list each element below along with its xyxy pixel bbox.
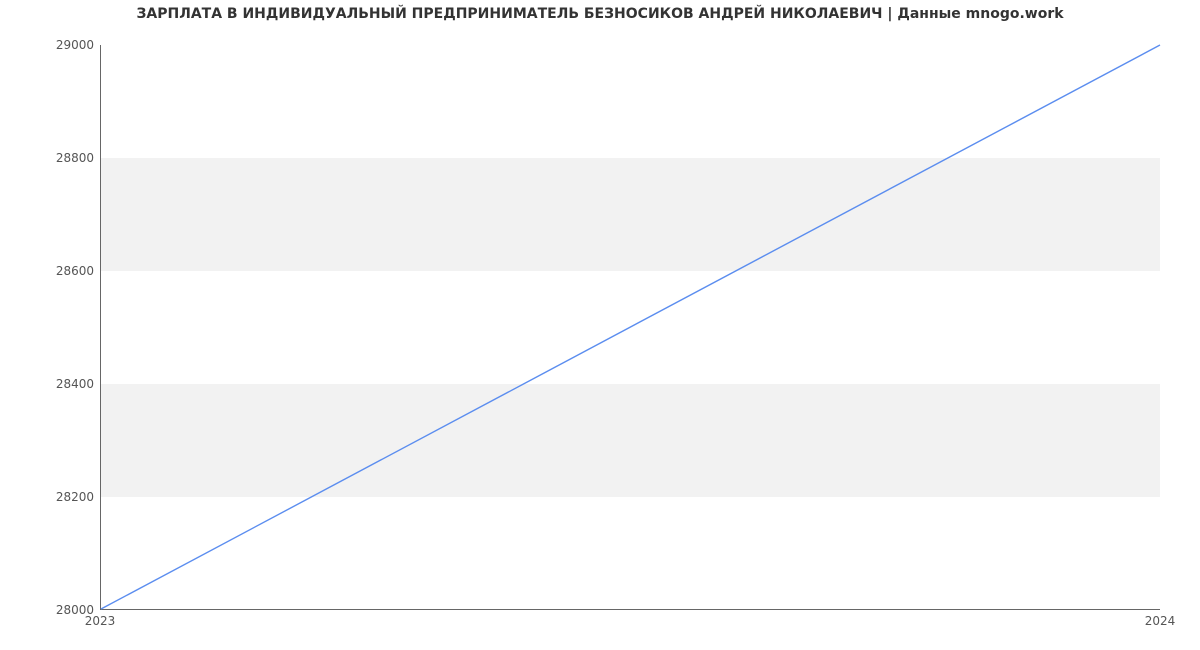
y-tick-label: 29000 [56,38,94,52]
y-tick-label: 28800 [56,151,94,165]
y-tick-label: 28400 [56,377,94,391]
line-series [101,45,1160,609]
chart-title: ЗАРПЛАТА В ИНДИВИДУАЛЬНЫЙ ПРЕДПРИНИМАТЕЛ… [0,6,1200,22]
plot-area [100,45,1160,610]
chart-container: ЗАРПЛАТА В ИНДИВИДУАЛЬНЫЙ ПРЕДПРИНИМАТЕЛ… [0,0,1200,650]
y-tick-label: 28600 [56,264,94,278]
x-tick-label: 2023 [85,614,116,628]
y-tick-label: 28200 [56,490,94,504]
x-tick-label: 2024 [1145,614,1176,628]
